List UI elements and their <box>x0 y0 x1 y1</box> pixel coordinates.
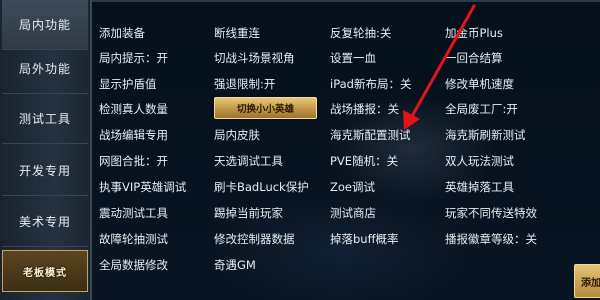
menu-item[interactable]: 海克斯配置测试 <box>330 126 411 144</box>
menu-item[interactable]: 踢掉当前玩家 <box>214 204 283 222</box>
menu-item[interactable]: 显示护盾值 <box>99 75 157 93</box>
menu-item[interactable]: 加金币Plus <box>445 24 503 42</box>
menu-item[interactable]: 检测真人数量 <box>99 100 168 118</box>
menu-item[interactable]: 局内皮肤 <box>214 126 260 144</box>
menu-item[interactable]: 播报徽章等级：关 <box>445 230 537 248</box>
menu-item[interactable]: 天选调试工具 <box>214 152 283 170</box>
switch-little-legend-button[interactable]: 切换小小英雄 <box>214 97 317 119</box>
game-debug-menu: 局内功能 局外功能 测试工具 开发专用 美术专用 老板模式 添加装备 局内提示：… <box>0 0 600 300</box>
menu-item[interactable]: PVE随机：关 <box>330 152 398 170</box>
menu-item[interactable]: 故障轮抽测试 <box>99 230 168 248</box>
menu-item[interactable]: 添加装备 <box>99 24 145 42</box>
menu-item[interactable]: 刷卡BadLuck保护 <box>214 178 309 196</box>
menu-item[interactable]: 局内提示：开 <box>99 49 168 67</box>
menu-item[interactable]: 断线重连 <box>214 24 260 42</box>
menu-item[interactable]: 修改单机速度 <box>445 75 514 93</box>
sidebar: 局内功能 局外功能 测试工具 开发专用 美术专用 老板模式 <box>0 0 92 300</box>
menu-item[interactable]: 英雄掉落工具 <box>445 178 514 196</box>
add-button[interactable]: 添加 <box>574 264 600 298</box>
feature-panel <box>92 0 600 300</box>
tab-test-tools[interactable]: 测试工具 <box>2 94 88 144</box>
panel-divider <box>92 0 600 2</box>
menu-item[interactable]: 执事VIP英雄调试 <box>99 178 186 196</box>
menu-item[interactable]: 一回合结算 <box>445 49 503 67</box>
menu-item[interactable]: 切战斗场景视角 <box>214 49 295 67</box>
tab-dev-only[interactable]: 开发专用 <box>2 146 88 196</box>
menu-item[interactable]: 反复轮抽:关 <box>330 24 391 42</box>
menu-item[interactable]: iPad新布局：关 <box>330 75 411 93</box>
menu-item[interactable]: 全局废工厂:开 <box>445 100 518 118</box>
menu-item[interactable]: 战场播报：关 <box>330 100 399 118</box>
menu-item[interactable]: 强退限制:开 <box>214 75 275 93</box>
menu-item[interactable]: 设置一血 <box>330 49 376 67</box>
menu-item[interactable]: 震动测试工具 <box>99 204 168 222</box>
menu-item[interactable]: 网图合批：开 <box>99 152 168 170</box>
menu-item[interactable]: Zoe调试 <box>330 178 375 196</box>
menu-item[interactable]: 海克斯刷新测试 <box>445 126 526 144</box>
menu-item[interactable]: 掉落buff概率 <box>330 230 399 248</box>
menu-item[interactable]: 双人玩法测试 <box>445 152 514 170</box>
menu-item[interactable]: 玩家不同传送特效 <box>445 204 537 222</box>
menu-item[interactable]: 全局数据修改 <box>99 256 168 274</box>
menu-item[interactable]: 奇遇GM <box>214 256 256 274</box>
tab-out-of-game[interactable]: 局外功能 <box>2 44 88 94</box>
menu-item[interactable]: 修改控制器数据 <box>214 230 295 248</box>
menu-item[interactable]: 战场编辑专用 <box>99 126 168 144</box>
tab-boss-mode[interactable]: 老板模式 <box>2 250 88 292</box>
menu-item[interactable]: 测试商店 <box>330 204 376 222</box>
tab-in-game[interactable]: 局内功能 <box>2 0 88 50</box>
tab-art-only[interactable]: 美术专用 <box>2 197 88 247</box>
